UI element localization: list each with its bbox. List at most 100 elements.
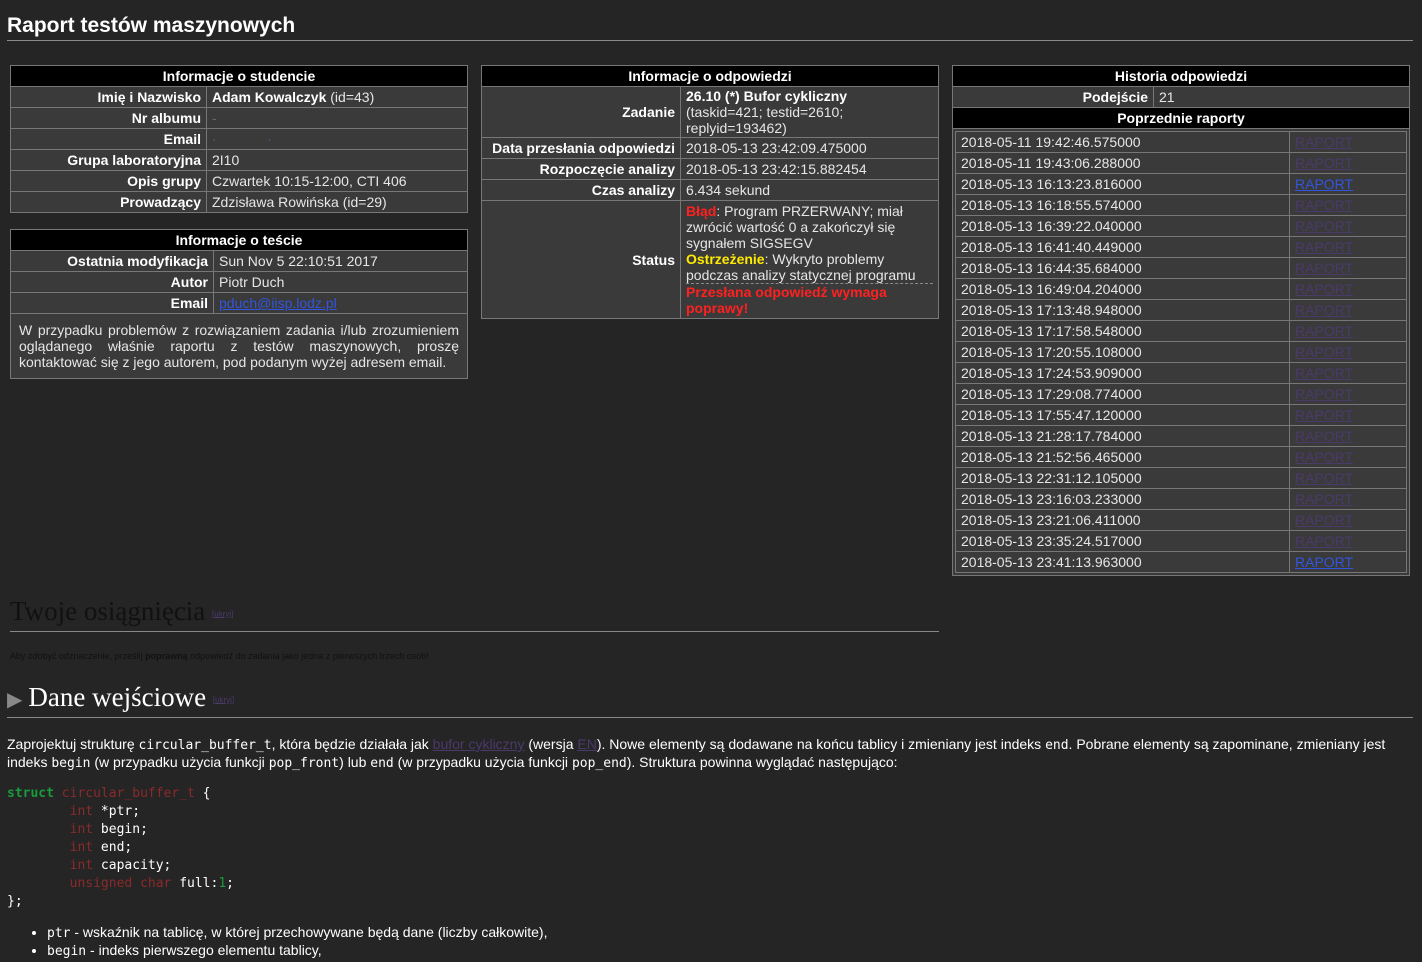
- achievements-toggle-link[interactable]: ukryj: [214, 609, 231, 618]
- report-link[interactable]: RAPORT: [1295, 197, 1353, 213]
- report-date: 2018-05-11 19:42:46.575000: [955, 131, 1290, 153]
- report-link[interactable]: RAPORT: [1295, 302, 1353, 318]
- group-desc-label: Opis grupy: [10, 170, 207, 192]
- report-date: 2018-05-13 23:16:03.233000: [955, 488, 1290, 510]
- report-row: 2018-05-13 16:39:22.040000 RAPORT: [955, 215, 1407, 237]
- group-desc-value: Czwartek 10:15-12:00, CTI 406: [206, 170, 468, 192]
- report-date: 2018-05-13 16:39:22.040000: [955, 215, 1290, 237]
- student-email-value[interactable]: · ·: [206, 128, 468, 150]
- report-row: 2018-05-11 19:42:46.575000 RAPORT: [955, 131, 1407, 153]
- prev-reports-header: Poprzednie raporty: [952, 107, 1410, 129]
- input-data-toggle-link[interactable]: ukryj: [215, 695, 232, 704]
- history-header: Historia odpowiedzi: [952, 65, 1410, 87]
- task-title: 26.10 (*) Bufor cykliczny: [686, 88, 848, 104]
- report-date: 2018-05-11 19:43:06.288000: [955, 152, 1290, 174]
- report-link[interactable]: RAPORT: [1295, 554, 1353, 570]
- report-row: 2018-05-13 23:16:03.233000 RAPORT: [955, 488, 1407, 510]
- report-link[interactable]: RAPORT: [1295, 491, 1353, 507]
- needs-fix-message: Przesłana odpowiedź wymaga poprawy!: [686, 283, 933, 316]
- report-link[interactable]: RAPORT: [1295, 323, 1353, 339]
- report-link[interactable]: RAPORT: [1295, 386, 1353, 402]
- report-link[interactable]: RAPORT: [1295, 533, 1353, 549]
- report-date: 2018-05-13 17:55:47.120000: [955, 404, 1290, 426]
- prev-reports-list: 2018-05-11 19:42:46.575000 RAPORT 2018-05-…: [955, 131, 1407, 573]
- analysis-time-value: 6.434 sekund: [680, 179, 939, 201]
- report-date: 2018-05-13 16:44:35.684000: [955, 257, 1290, 279]
- collapse-triangle-icon[interactable]: ▶: [7, 687, 22, 711]
- status-value: Błąd: Program PRZERWANY; miał zwrócić wa…: [680, 200, 939, 319]
- report-date: 2018-05-13 17:17:58.548000: [955, 320, 1290, 342]
- student-info-table: Informacje o studencie Imię i Nazwisko A…: [10, 65, 468, 213]
- report-row: 2018-05-11 19:43:06.288000 RAPORT: [955, 152, 1407, 174]
- report-row: 2018-05-13 16:13:23.816000 RAPORT: [955, 173, 1407, 195]
- student-info-header: Informacje o studencie: [10, 65, 468, 87]
- task-ids: (taskid=421; testid=2610; replyid=193462…: [686, 104, 844, 136]
- task-description: Zaprojektuj strukturę circular_buffer_t,…: [7, 736, 1386, 771]
- author-label: Autor: [10, 271, 214, 293]
- report-link[interactable]: RAPORT: [1295, 470, 1353, 486]
- history-table: Historia odpowiedzi Podejście 21 Poprzed…: [952, 65, 1410, 576]
- report-row: 2018-05-13 21:28:17.784000 RAPORT: [955, 425, 1407, 447]
- report-row: 2018-05-13 16:49:04.204000 RAPORT: [955, 278, 1407, 300]
- lab-group-value: 2I10: [206, 149, 468, 171]
- task-value: 26.10 (*) Bufor cykliczny (taskid=421; t…: [680, 86, 939, 138]
- report-link[interactable]: RAPORT: [1295, 260, 1353, 276]
- report-date: 2018-05-13 16:41:40.449000: [955, 236, 1290, 258]
- author-value: Piotr Duch: [213, 271, 468, 293]
- report-link[interactable]: RAPORT: [1295, 155, 1353, 171]
- analysis-start-label: Rozpoczęcie analizy: [481, 158, 681, 180]
- report-row: 2018-05-13 23:21:06.411000 RAPORT: [955, 509, 1407, 531]
- report-link[interactable]: RAPORT: [1295, 365, 1353, 381]
- report-date: 2018-05-13 16:49:04.204000: [955, 278, 1290, 300]
- author-email-link[interactable]: pduch@iisp.lodz.pl: [219, 295, 337, 311]
- report-date: 2018-05-13 17:29:08.774000: [955, 383, 1290, 405]
- achievements-title: Twoje osiągnięcia [ukryj]: [10, 596, 939, 632]
- report-row: 2018-05-13 17:24:53.909000 RAPORT: [955, 362, 1407, 384]
- teacher-label: Prowadzący: [10, 191, 207, 213]
- report-row: 2018-05-13 22:31:12.105000 RAPORT: [955, 467, 1407, 489]
- report-link[interactable]: RAPORT: [1295, 428, 1353, 444]
- report-row: 2018-05-13 17:20:55.108000 RAPORT: [955, 341, 1407, 363]
- student-name-value: Adam Kowalczyk (id=43): [206, 86, 468, 108]
- report-date: 2018-05-13 21:28:17.784000: [955, 425, 1290, 447]
- report-date: 2018-05-13 23:35:24.517000: [955, 530, 1290, 552]
- last-modified-label: Ostatnia modyfikacja: [10, 250, 214, 272]
- report-link[interactable]: RAPORT: [1295, 407, 1353, 423]
- status-error: Błąd: Program PRZERWANY; miał zwrócić wa…: [686, 203, 903, 251]
- task-label: Zadanie: [481, 86, 681, 138]
- report-link[interactable]: RAPORT: [1295, 218, 1353, 234]
- report-date: 2018-05-13 23:21:06.411000: [955, 509, 1290, 531]
- report-date: 2018-05-13 16:18:55.574000: [955, 194, 1290, 216]
- report-date: 2018-05-13 17:20:55.108000: [955, 341, 1290, 363]
- report-date: 2018-05-13 21:52:56.465000: [955, 446, 1290, 468]
- report-link[interactable]: RAPORT: [1295, 176, 1353, 192]
- submit-date-label: Data przesłania odpowiedzi: [481, 137, 681, 159]
- report-link[interactable]: RAPORT: [1295, 344, 1353, 360]
- attempt-label: Podejście: [952, 86, 1154, 108]
- report-link[interactable]: RAPORT: [1295, 239, 1353, 255]
- report-link[interactable]: RAPORT: [1295, 512, 1353, 528]
- test-info-header: Informacje o teście: [10, 229, 468, 251]
- report-row: 2018-05-13 17:55:47.120000 RAPORT: [955, 404, 1407, 426]
- analysis-start-value: 2018-05-13 23:42:15.882454: [680, 158, 939, 180]
- struct-code-block: struct circular_buffer_t { int *ptr; int…: [7, 786, 234, 909]
- student-email-label: Email: [10, 128, 207, 150]
- report-row: 2018-05-13 16:18:55.574000 RAPORT: [955, 194, 1407, 216]
- report-row: 2018-05-13 23:35:24.517000 RAPORT: [955, 530, 1407, 552]
- report-link[interactable]: RAPORT: [1295, 134, 1353, 150]
- list-item: begin - indeks pierwszego elementu tabli…: [47, 942, 547, 960]
- list-item: ptr - wskaźnik na tablicę, w której prze…: [47, 924, 547, 942]
- circular-buffer-link[interactable]: bufor cykliczny: [433, 736, 525, 752]
- report-date: 2018-05-13 22:31:12.105000: [955, 467, 1290, 489]
- report-row: 2018-05-13 17:17:58.548000 RAPORT: [955, 320, 1407, 342]
- teacher-value: Zdzisława Rowińska (id=29): [206, 191, 468, 213]
- report-date: 2018-05-13 17:24:53.909000: [955, 362, 1290, 384]
- report-row: 2018-05-13 17:13:48.948000 RAPORT: [955, 299, 1407, 321]
- report-link[interactable]: RAPORT: [1295, 449, 1353, 465]
- input-data-title: ▶ Dane wejściowe [ukryj]: [7, 682, 1413, 718]
- en-version-link[interactable]: EN: [577, 736, 596, 752]
- achievements-note: Aby zdobyć odznaczenie, prześlij poprawn…: [10, 651, 429, 661]
- report-link[interactable]: RAPORT: [1295, 281, 1353, 297]
- answer-info-header: Informacje o odpowiedzi: [481, 65, 939, 87]
- report-date: 2018-05-13 16:13:23.816000: [955, 173, 1290, 195]
